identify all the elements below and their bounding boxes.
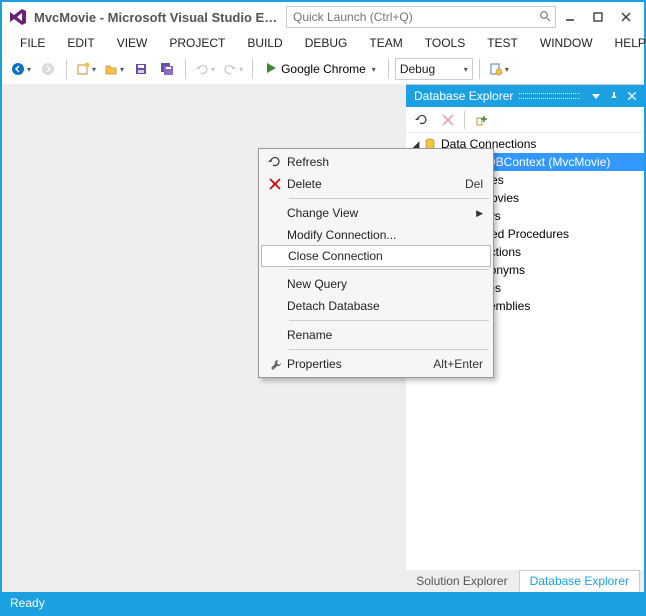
quick-launch[interactable]: [286, 6, 556, 28]
nav-forward-button[interactable]: [36, 57, 60, 81]
cm-shortcut: Alt+Enter: [433, 357, 483, 371]
menu-edit[interactable]: EDIT: [57, 34, 104, 52]
cm-label: Detach Database: [287, 299, 483, 313]
save-all-button[interactable]: [155, 57, 179, 81]
menu-window[interactable]: WINDOW: [530, 34, 603, 52]
nav-back-button[interactable]: ▾: [8, 57, 34, 81]
separator: [289, 349, 489, 350]
panel-header[interactable]: Database Explorer: [406, 85, 644, 107]
menu-test[interactable]: TEST: [477, 34, 528, 52]
open-file-button[interactable]: ▾: [101, 57, 127, 81]
menu-file[interactable]: FILE: [10, 34, 55, 52]
new-project-button[interactable]: ▾: [73, 57, 99, 81]
delete-button[interactable]: [436, 109, 460, 131]
close-button[interactable]: [612, 6, 640, 28]
main-area: Database Explorer ◢ Data Connections ◢ M…: [2, 84, 644, 592]
configuration-label: Debug: [400, 62, 435, 76]
search-icon: [539, 10, 551, 25]
configuration-dropdown[interactable]: Debug ▾: [395, 58, 473, 80]
save-button[interactable]: [129, 57, 153, 81]
separator: [464, 111, 465, 129]
panel-toolbar: [406, 107, 644, 133]
cm-label: Delete: [287, 177, 465, 191]
add-connection-button[interactable]: [469, 109, 493, 131]
context-menu: Refresh Delete Del Change View ▶ Modify …: [258, 148, 494, 378]
panel-close-button[interactable]: [624, 88, 640, 104]
refresh-button[interactable]: [410, 109, 434, 131]
cm-label: New Query: [287, 277, 483, 291]
menu-tools[interactable]: TOOLS: [415, 34, 475, 52]
run-target-label: Google Chrome: [281, 62, 366, 76]
play-icon: [265, 62, 277, 77]
cm-delete[interactable]: Delete Del: [261, 173, 491, 195]
delete-icon: [263, 175, 287, 193]
chevron-down-icon: ▾: [464, 65, 468, 74]
menu-project[interactable]: PROJECT: [159, 34, 235, 52]
panel-menu-button[interactable]: [588, 88, 604, 104]
start-debug-button[interactable]: Google Chrome ▾: [259, 57, 382, 81]
panel-grip: [519, 93, 580, 99]
chevron-down-icon: ▾: [372, 65, 376, 74]
toolbar: ▾ ▾ ▾ ▾ ▾ Google Chrome ▾ Debug ▾ ▾: [2, 54, 644, 84]
menu-debug[interactable]: DEBUG: [295, 34, 358, 52]
submenu-arrow-icon: ▶: [476, 208, 483, 219]
statusbar: Ready: [2, 592, 644, 614]
cm-rename[interactable]: Rename: [261, 324, 491, 346]
cm-new-query[interactable]: New Query: [261, 273, 491, 295]
window-title: MvcMovie - Microsoft Visual Studio Expre…: [34, 10, 278, 25]
cm-close-connection[interactable]: Close Connection: [261, 245, 491, 267]
tab-database-explorer[interactable]: Database Explorer: [519, 570, 640, 592]
menubar: FILE EDIT VIEW PROJECT BUILD DEBUG TEAM …: [2, 32, 644, 54]
separator: [185, 59, 186, 79]
cm-refresh[interactable]: Refresh: [261, 151, 491, 173]
find-in-files-button[interactable]: ▾: [486, 57, 512, 81]
separator: [289, 269, 489, 270]
separator: [252, 59, 253, 79]
titlebar: MvcMovie - Microsoft Visual Studio Expre…: [2, 2, 644, 32]
minimize-button[interactable]: [556, 6, 584, 28]
cm-shortcut: Del: [465, 177, 483, 191]
menu-team[interactable]: TEAM: [359, 34, 412, 52]
cm-label: Change View: [287, 206, 476, 220]
cm-label: Modify Connection...: [287, 228, 483, 242]
wrench-icon: [263, 355, 287, 373]
menu-help[interactable]: HELP: [605, 34, 646, 52]
redo-button[interactable]: ▾: [220, 57, 246, 81]
vs-logo-icon: [8, 6, 28, 28]
menu-view[interactable]: VIEW: [107, 34, 158, 52]
separator: [289, 198, 489, 199]
tab-solution-explorer[interactable]: Solution Explorer: [405, 570, 518, 592]
separator: [289, 320, 489, 321]
maximize-button[interactable]: [584, 6, 612, 28]
refresh-icon: [263, 153, 287, 171]
separator: [66, 59, 67, 79]
cm-modify-connection[interactable]: Modify Connection...: [261, 224, 491, 246]
status-text: Ready: [10, 596, 45, 610]
menu-build[interactable]: BUILD: [237, 34, 292, 52]
cm-detach-database[interactable]: Detach Database: [261, 295, 491, 317]
panel-title: Database Explorer: [414, 89, 513, 103]
undo-button[interactable]: ▾: [192, 57, 218, 81]
cm-properties[interactable]: Properties Alt+Enter: [261, 353, 491, 375]
cm-label: Refresh: [287, 155, 483, 169]
quick-launch-input[interactable]: [291, 9, 539, 25]
pin-icon[interactable]: [606, 88, 622, 104]
window-buttons: [556, 6, 640, 28]
separator: [388, 59, 389, 79]
cm-label: Properties: [287, 357, 433, 371]
separator: [479, 59, 480, 79]
cm-change-view[interactable]: Change View ▶: [261, 202, 491, 224]
cm-label: Rename: [287, 328, 483, 342]
cm-label: Close Connection: [288, 249, 482, 263]
side-tabs: Solution Explorer Database Explorer: [405, 570, 640, 592]
